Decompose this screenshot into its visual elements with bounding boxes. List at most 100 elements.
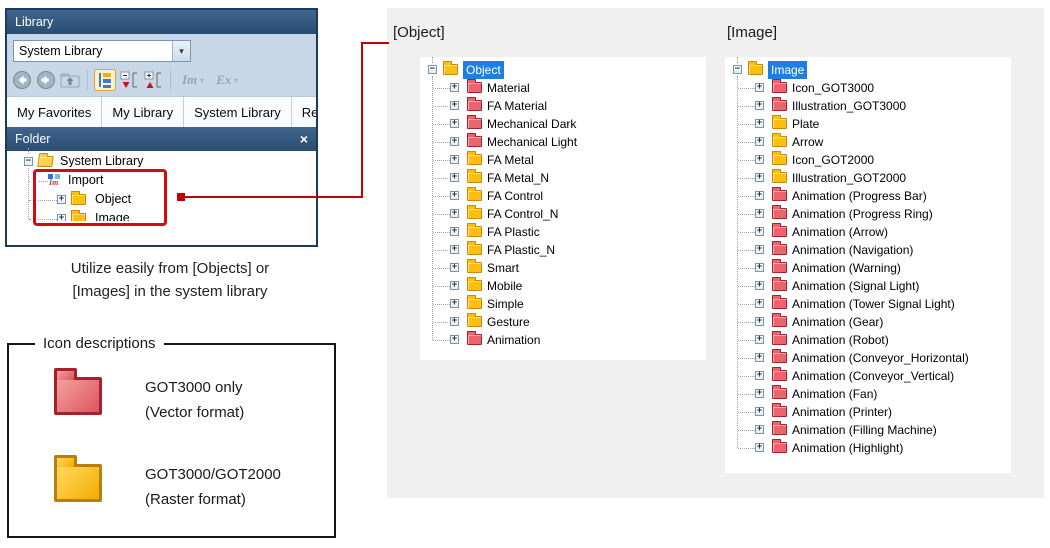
- expand-box[interactable]: +: [755, 281, 764, 290]
- tree-node-animation-filling-machine[interactable]: +Animation (Filling Machine): [725, 421, 1011, 439]
- collapse-all-button[interactable]: [118, 69, 140, 91]
- expand-box[interactable]: +: [755, 101, 764, 110]
- expand-box[interactable]: +: [755, 425, 764, 434]
- expand-box[interactable]: +: [755, 137, 764, 146]
- export-button[interactable]: Ex ▾: [211, 72, 243, 88]
- expand-box[interactable]: +: [755, 353, 764, 362]
- tree-node-label: Mobile: [487, 277, 522, 295]
- tree-node-label: Image: [768, 61, 807, 79]
- expand-box[interactable]: +: [755, 119, 764, 128]
- tree-node-animation-highlight[interactable]: +Animation (Highlight): [725, 439, 1011, 457]
- import-button[interactable]: Im ▾: [177, 72, 209, 88]
- tree-node-animation-arrow[interactable]: +Animation (Arrow): [725, 223, 1011, 241]
- expand-box[interactable]: +: [450, 209, 459, 218]
- tree-node-mechanical-light[interactable]: +Mechanical Light: [420, 133, 706, 151]
- expand-box[interactable]: +: [450, 83, 459, 92]
- tree-view-button[interactable]: [94, 69, 116, 91]
- expand-box[interactable]: +: [755, 191, 764, 200]
- expand-box[interactable]: +: [755, 371, 764, 380]
- expand-box[interactable]: +: [450, 335, 459, 344]
- library-combo[interactable]: System Library ▾: [13, 40, 191, 62]
- chevron-down-icon: ▾: [234, 76, 238, 85]
- tree-node-fa-plastic[interactable]: +FA Plastic: [420, 223, 706, 241]
- expand-box[interactable]: +: [450, 191, 459, 200]
- tree-node-animation-progress-bar[interactable]: +Animation (Progress Bar): [725, 187, 1011, 205]
- tree-node-mobile[interactable]: + Mobile: [420, 277, 706, 295]
- expand-box[interactable]: +: [450, 227, 459, 236]
- close-icon[interactable]: ×: [300, 127, 308, 151]
- tab-rec[interactable]: Rec: [292, 97, 316, 128]
- tree-node-animation-warning[interactable]: +Animation (Warning): [725, 259, 1011, 277]
- expand-box[interactable]: +: [755, 155, 764, 164]
- expand-box[interactable]: +: [755, 245, 764, 254]
- up-folder-button[interactable]: [59, 69, 81, 91]
- expand-box[interactable]: +: [755, 407, 764, 416]
- collapse-box[interactable]: −: [428, 65, 437, 74]
- tree-node-fa-plastic-n[interactable]: +FA Plastic_N: [420, 241, 706, 259]
- tree-node-animation-gear[interactable]: +Animation (Gear): [725, 313, 1011, 331]
- tree-node-illustration-got3000[interactable]: +Illustration_GOT3000: [725, 97, 1011, 115]
- tree-node-mechanical-dark[interactable]: +Mechanical Dark: [420, 115, 706, 133]
- expand-box[interactable]: +: [755, 317, 764, 326]
- expand-box[interactable]: +: [755, 227, 764, 236]
- expand-box[interactable]: +: [450, 299, 459, 308]
- collapse-box[interactable]: −: [24, 157, 33, 166]
- back-button[interactable]: [11, 69, 33, 91]
- tree-node-label: FA Metal_N: [487, 169, 549, 187]
- expand-all-button[interactable]: [142, 69, 164, 91]
- tree-node-object[interactable]: −Object: [420, 61, 706, 79]
- tree-node-animation-signal-light[interactable]: +Animation (Signal Light): [725, 277, 1011, 295]
- tree-node-animation-printer[interactable]: +Animation (Printer): [725, 403, 1011, 421]
- tree-node-animation-robot[interactable]: +Animation (Robot): [725, 331, 1011, 349]
- tree-node-arrow[interactable]: +Arrow: [725, 133, 1011, 151]
- expand-box[interactable]: +: [450, 173, 459, 182]
- tree-node-plate[interactable]: +Plate: [725, 115, 1011, 133]
- folder-yellow-icon: [467, 280, 482, 291]
- expand-box[interactable]: +: [755, 263, 764, 272]
- tree-node-label: FA Metal: [487, 151, 534, 169]
- tree-node-image[interactable]: − Image: [725, 61, 1011, 79]
- expand-box[interactable]: +: [755, 83, 764, 92]
- tree-node-smart[interactable]: +Smart: [420, 259, 706, 277]
- tree-node-fa-metal-n[interactable]: + FA Metal_N: [420, 169, 706, 187]
- tab-system-library[interactable]: System Library: [184, 97, 292, 128]
- expand-box[interactable]: +: [450, 155, 459, 164]
- expand-box[interactable]: +: [755, 173, 764, 182]
- expand-box[interactable]: +: [450, 281, 459, 290]
- tree-node-animation-fan[interactable]: +Animation (Fan): [725, 385, 1011, 403]
- tab-my-library[interactable]: My Library: [102, 97, 184, 128]
- tree-node-icon-got2000[interactable]: +Icon_GOT2000: [725, 151, 1011, 169]
- tree-node-fa-metal[interactable]: + FA Metal: [420, 151, 706, 169]
- tree-node-fa-control[interactable]: +FA Control: [420, 187, 706, 205]
- tree-node-gesture[interactable]: +Gesture: [420, 313, 706, 331]
- tree-node-illustration-got2000[interactable]: +Illustration_GOT2000: [725, 169, 1011, 187]
- expand-box[interactable]: +: [450, 101, 459, 110]
- tree-node-animation-tower-signal-light[interactable]: +Animation (Tower Signal Light): [725, 295, 1011, 313]
- tree-node-fa-material[interactable]: +FA Material: [420, 97, 706, 115]
- expand-box[interactable]: +: [450, 263, 459, 272]
- expand-box[interactable]: +: [755, 389, 764, 398]
- tab-my-favorites[interactable]: My Favorites: [7, 97, 102, 128]
- expand-box[interactable]: +: [755, 299, 764, 308]
- expand-box[interactable]: +: [450, 119, 459, 128]
- tree-node-animation-conveyor-vertical[interactable]: +Animation (Conveyor_Vertical): [725, 367, 1011, 385]
- tree-node-simple[interactable]: +Simple: [420, 295, 706, 313]
- expand-box[interactable]: +: [755, 443, 764, 452]
- tree-node-animation-navigation[interactable]: +Animation (Navigation): [725, 241, 1011, 259]
- collapse-box[interactable]: −: [733, 65, 742, 74]
- chevron-down-icon[interactable]: ▾: [172, 41, 190, 61]
- tree-node-material[interactable]: +Material: [420, 79, 706, 97]
- expand-box[interactable]: +: [450, 245, 459, 254]
- tree-node-animation-progress-ring[interactable]: +Animation (Progress Ring): [725, 205, 1011, 223]
- forward-button[interactable]: [35, 69, 57, 91]
- folder-red-icon: [772, 388, 787, 399]
- tree-node-animation[interactable]: +Animation: [420, 331, 706, 349]
- expand-box[interactable]: +: [755, 209, 764, 218]
- tree-node-animation-conveyor-horizontal[interactable]: +Animation (Conveyor_Horizontal): [725, 349, 1011, 367]
- expand-box[interactable]: +: [450, 137, 459, 146]
- legend-line: GOT3000 only: [145, 375, 244, 400]
- tree-node-icon-got3000[interactable]: +Icon_GOT3000: [725, 79, 1011, 97]
- expand-box[interactable]: +: [450, 317, 459, 326]
- expand-box[interactable]: +: [755, 335, 764, 344]
- tree-node-fa-control-n[interactable]: +FA Control_N: [420, 205, 706, 223]
